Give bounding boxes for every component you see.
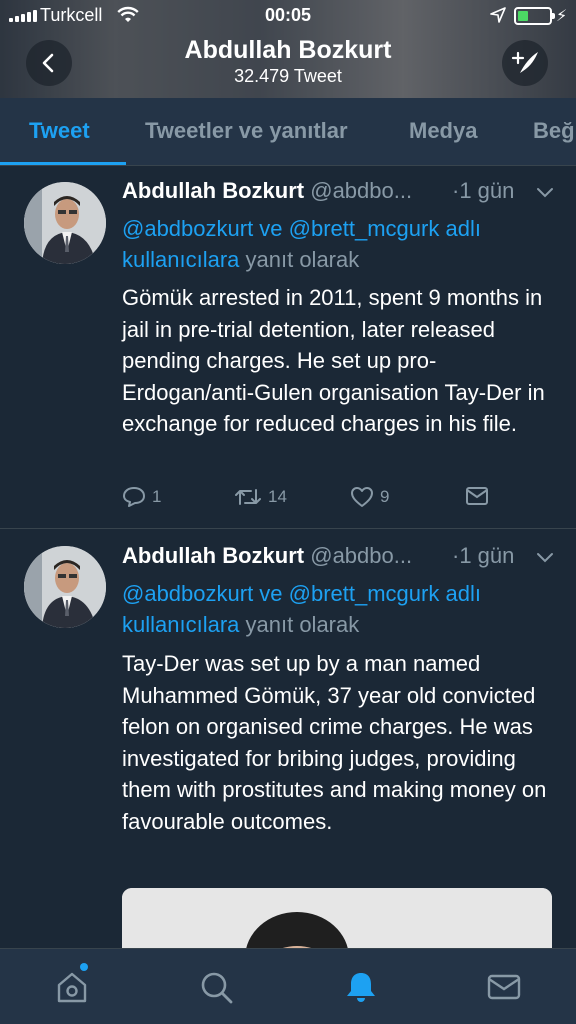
reply-context: @abdbozkurt ve @brett_mcgurk adlı kullan… [122,213,562,275]
active-tab-indicator [0,162,126,165]
charging-bolt-icon: ⚡ [556,8,568,25]
tweet-item[interactable]: Abdullah Bozkurt @abdbo... ·1 gün @abdbo… [0,166,576,529]
reply-context: @abdbozkurt ve @brett_mcgurk adlı kullan… [122,578,562,640]
tweet-time: ·1 gün [452,178,515,203]
nav-home[interactable] [52,967,92,1007]
tweet-actions: 1 14 9 [122,486,562,516]
location-arrow-icon [490,7,506,23]
author-handle: @abdbo... [310,543,413,568]
nav-notifications[interactable] [341,967,381,1007]
reply-suffix: yanıt olarak [245,612,360,637]
tab-tweets[interactable]: Tweet [29,118,90,144]
compose-tweet-icon [511,51,538,73]
avatar[interactable] [24,546,106,628]
compose-tweet-button[interactable] [502,40,548,86]
tab-tweets-and-replies[interactable]: Tweetler ve yanıtlar [145,118,348,144]
page-title: Abdullah Bozkurt [184,36,392,64]
share-mail-icon [466,487,488,505]
author-name[interactable]: Abdullah Bozkurt [122,178,304,203]
home-icon [57,972,87,1003]
tweet-count: 32.479 Tweet [234,66,342,86]
tweet-text: Gömük arrested in 2011, spent 9 months i… [122,285,545,436]
search-icon [201,972,233,1004]
chevron-down-icon[interactable] [536,551,554,563]
share-button[interactable] [465,486,489,506]
retweet-count: 14 [268,487,287,506]
tab-likes[interactable]: Beğ [533,118,575,144]
profile-header: Turkcell 00:05 ⚡ Abdullah Bozkurt 32.479… [0,0,576,98]
reply-button[interactable]: 1 [122,486,161,508]
retweet-icon [235,489,261,505]
like-count: 9 [380,487,390,506]
nav-messages[interactable] [484,967,524,1007]
notifications-bell-icon [347,973,375,1002]
reply-suffix: yanıt olarak [245,247,360,272]
chevron-down-icon[interactable] [536,186,554,198]
reply-icon [123,487,145,507]
avatar-photo-icon [24,182,106,264]
author-name[interactable]: Abdullah Bozkurt [122,543,304,568]
like-button[interactable]: 9 [350,486,389,508]
tweet-text: Tay-Der was set up by a man named Muhamm… [122,651,547,834]
bottom-nav [0,948,576,1024]
messages-mail-icon [487,974,521,1000]
tweet-item[interactable]: Abdullah Bozkurt @abdbo... ·1 gün @abdbo… [0,530,576,948]
battery-icon [514,7,555,25]
avatar[interactable] [24,182,106,264]
nav-search[interactable] [196,967,236,1007]
like-icon [351,487,373,507]
retweet-button[interactable]: 14 [234,486,287,508]
tab-media[interactable]: Medya [409,118,477,144]
author-handle: @abdbo... [310,178,413,203]
home-unread-dot [80,963,88,971]
status-bar: Turkcell 00:05 ⚡ [0,0,576,32]
reply-count: 1 [152,487,162,506]
profile-tabs: Tweet Tweetler ve yanıtlar Medya Beğ [0,98,576,166]
tweet-time: ·1 gün [452,543,515,568]
avatar-photo-icon [24,546,106,628]
